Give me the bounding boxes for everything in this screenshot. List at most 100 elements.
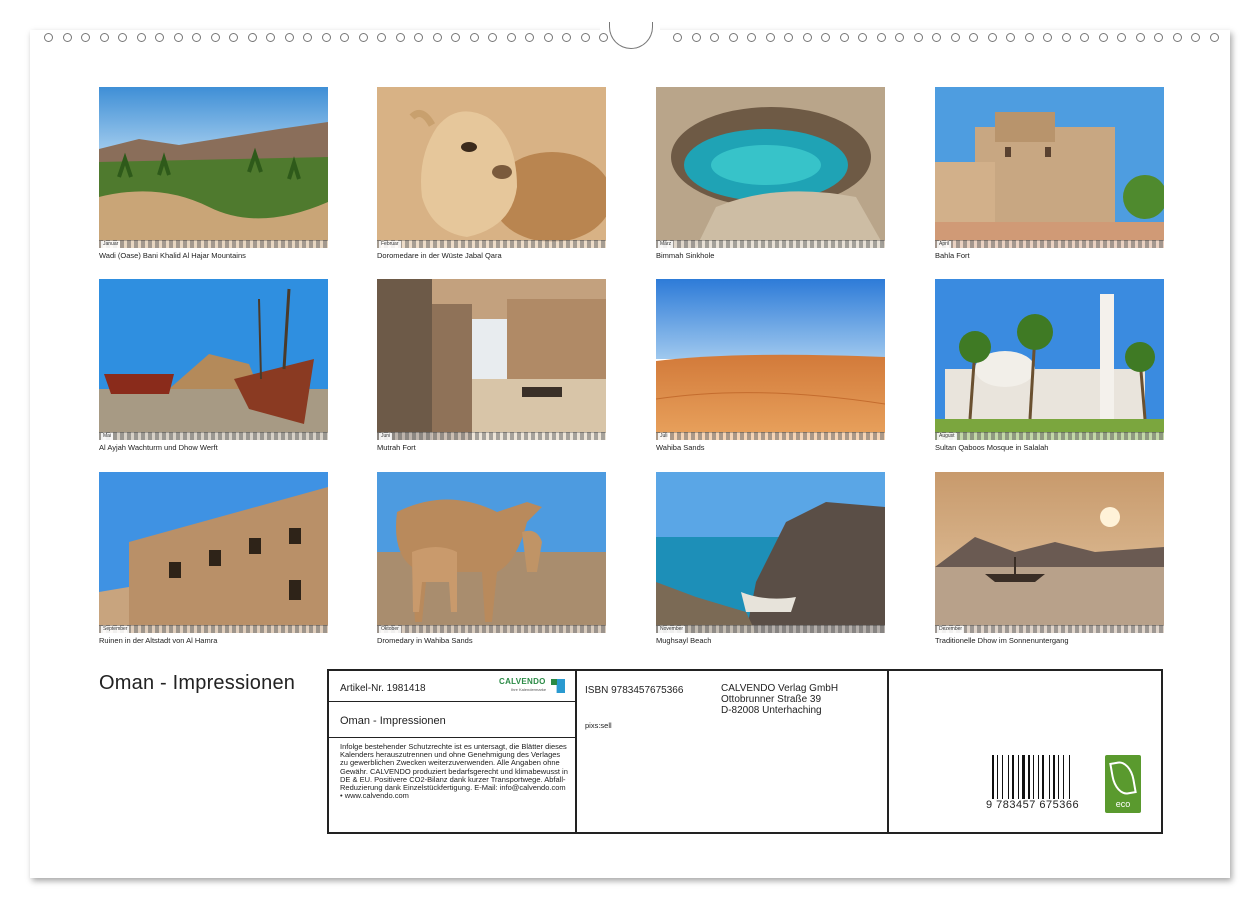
binding-ring (1006, 33, 1015, 42)
thumbnail-8: August Sultan Qaboos Mosque in Salalah (935, 279, 1164, 452)
thumbnail-caption: Wahiba Sands (656, 443, 705, 452)
page-title: Oman - Impressionen (99, 672, 296, 694)
barcode-bar (997, 755, 998, 799)
binding-ring (118, 33, 127, 42)
month-label: September (101, 626, 130, 633)
photo-wahiba-sands: Juli (656, 279, 885, 440)
month-label: April (937, 241, 952, 248)
barcode-digits: 9 783457 675366 (986, 799, 1080, 811)
photo-dromedary: Oktober (377, 472, 606, 633)
barcode-bar (1049, 755, 1050, 799)
thumbnail-4: April Bahla Fort (935, 87, 1164, 260)
thumbnail-12: Dezember Traditionelle Dhow im Sonnenunt… (935, 472, 1164, 645)
binding-ring (913, 33, 923, 42)
barcode-bar (1002, 755, 1003, 799)
binding-ring (395, 33, 405, 42)
binding-ring (62, 33, 72, 42)
calendar-strip (935, 432, 1164, 440)
thumbnail-1: Januar Wadi (Oase) Bani Khalid Al Hajar … (99, 87, 328, 260)
binding-ring (1135, 33, 1145, 42)
month-label: Juli (658, 433, 670, 440)
eco-badge: eco (1105, 755, 1141, 813)
calendar-strip (377, 625, 606, 633)
binding-ring (876, 33, 886, 42)
binding-ring (1098, 33, 1108, 42)
logo-text: CALVENDO (499, 677, 546, 686)
photo-camel: Februar (377, 87, 606, 248)
thumbnail-caption: Ruinen in der Altstadt von Al Hamra (99, 636, 218, 645)
binding-ring (136, 33, 146, 42)
thumbnail-caption: Sultan Qaboos Mosque in Salalah (935, 443, 1049, 452)
binding-ring (229, 33, 238, 42)
calendar-strip (377, 432, 606, 440)
binding-ring (81, 33, 90, 42)
binding-ring (377, 33, 386, 42)
thumbnail-3: März Bimmah Sinkhole (656, 87, 885, 260)
barcode-bar (1042, 755, 1044, 799)
binding-ring (303, 33, 312, 42)
month-label: August (937, 433, 957, 440)
calvendo-logo: CALVENDO Ihre Kalendermarke (499, 677, 567, 695)
binding-ring (155, 33, 164, 42)
eco-label: eco (1115, 799, 1131, 809)
binding-ring (1061, 33, 1071, 42)
barcode-bar (1053, 755, 1055, 799)
thumbnail-caption: Al Ayjah Wachturm und Dhow Werft (99, 443, 218, 452)
binding-ring (340, 33, 349, 42)
barcode-bar (1008, 755, 1009, 799)
binding-ring (1191, 33, 1200, 42)
binding-ring (710, 33, 719, 42)
photo-al-hamra: September (99, 472, 328, 633)
binding-ring (1080, 33, 1089, 42)
month-label: Oktober (379, 626, 401, 633)
binding-ring (562, 33, 571, 42)
barcode-bar (1028, 755, 1030, 799)
barcode-bar (1022, 755, 1025, 799)
binding-ring (987, 33, 997, 42)
isbn: ISBN 9783457675366 (585, 685, 684, 696)
photo-dhow-sunset: Dezember (935, 472, 1164, 633)
binding-ring (432, 33, 442, 42)
month-label: Mai (101, 433, 114, 440)
month-label: Juni (379, 433, 393, 440)
binding-ring (728, 33, 738, 42)
binding-ring (747, 33, 756, 42)
calendar-strip (377, 240, 606, 248)
binding-ring (932, 33, 941, 42)
binding-ring (451, 33, 460, 42)
calendar-strip (935, 240, 1164, 248)
thumbnail-caption: Doromedare in der Wüste Jabal Qara (377, 251, 502, 260)
thumbnail-10: Oktober Dromedary in Wahiba Sands (377, 472, 606, 645)
photo-mosque: August (935, 279, 1164, 440)
thumbnail-caption: Bimmah Sinkhole (656, 251, 715, 260)
binding-ring (691, 33, 701, 42)
publisher-city: D-82008 Unterhaching (721, 705, 822, 716)
article-row: Artikel-Nr. 1981418 CALVENDO Ihre Kalend… (329, 671, 575, 702)
binding-ring (839, 33, 849, 42)
photo-sinkhole: März (656, 87, 885, 248)
binding-ring (488, 33, 497, 42)
publisher-name: CALVENDO Verlag GmbH (721, 683, 839, 694)
binding-ring (247, 33, 257, 42)
binding-ring (1209, 33, 1219, 42)
binding-ring (858, 33, 867, 42)
binding-ring (173, 33, 183, 42)
barcode: 9 783457 675366 (986, 755, 1082, 819)
binding-ring (765, 33, 775, 42)
thumbnail-caption: Traditionelle Dhow im Sonnenuntergang (935, 636, 1069, 645)
binding-ring (599, 33, 608, 42)
binding-ring (358, 33, 368, 42)
binding-ring (969, 33, 978, 42)
binding-ring (506, 33, 516, 42)
barcode-bars (992, 755, 1080, 799)
month-label: November (658, 626, 686, 633)
binding-ring (673, 33, 682, 42)
thumbnail-9: September Ruinen in der Altstadt von Al … (99, 472, 328, 645)
thumbnail-caption: Mughsayl Beach (656, 636, 712, 645)
legal-notice: Infolge bestehender Schutzrechte ist es … (340, 742, 568, 801)
thumbnail-11: November Mughsayl Beach (656, 472, 885, 645)
binding-ring (802, 33, 812, 42)
binding-ring (784, 33, 793, 42)
binding-ring (821, 33, 830, 42)
month-label: März (658, 241, 674, 248)
